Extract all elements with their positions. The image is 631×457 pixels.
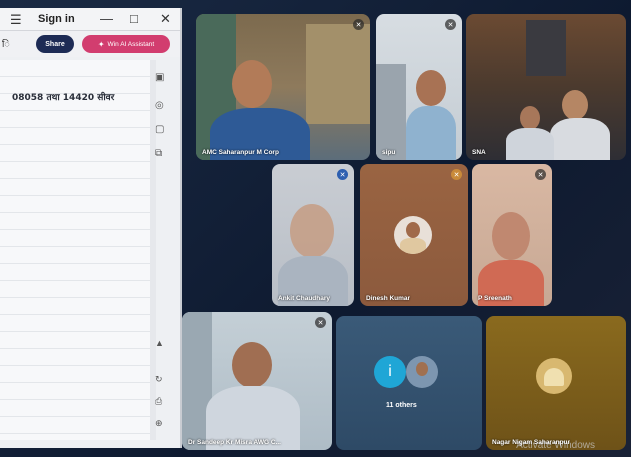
info-icon: i bbox=[374, 356, 406, 388]
refresh-icon[interactable]: ↻ bbox=[155, 374, 163, 385]
copilot-icon[interactable]: ◎ bbox=[155, 100, 164, 111]
others-tile[interactable]: i 11 others bbox=[336, 316, 482, 450]
ai-assistant-label: Win AI Assistant bbox=[107, 40, 155, 48]
minimize-button[interactable]: — bbox=[100, 11, 113, 26]
activation-watermark: Activate Windows bbox=[516, 440, 595, 451]
avatar bbox=[394, 216, 432, 254]
logo bbox=[536, 358, 572, 394]
participant-name: Dr Sandeep Kr Misra AWG C... bbox=[188, 439, 281, 446]
participant-tile[interactable]: ✕ Dr Sandeep Kr Misra AWG C... bbox=[182, 312, 332, 450]
participant-tile[interactable]: SNA bbox=[466, 14, 626, 160]
mic-muted-icon: ✕ bbox=[451, 169, 462, 180]
edge-glyph: ि bbox=[2, 39, 10, 49]
print-icon[interactable]: ⎙ bbox=[155, 396, 162, 407]
participant-body bbox=[550, 118, 610, 160]
participant-face bbox=[290, 204, 334, 258]
participant-face bbox=[416, 70, 446, 106]
toolbar: ि Share ✦ Win AI Assistant bbox=[0, 31, 180, 57]
menu-icon[interactable]: ☰ bbox=[10, 12, 22, 28]
participant-face bbox=[492, 212, 530, 260]
mic-muted-icon: ✕ bbox=[353, 19, 364, 30]
comment-icon[interactable]: ▢ bbox=[155, 124, 164, 135]
up-icon[interactable]: ▲ bbox=[155, 338, 164, 348]
participant-tile[interactable]: ✕ sipu bbox=[376, 14, 462, 160]
participant-name: sipu bbox=[382, 149, 396, 156]
participant-name: SNA bbox=[472, 149, 486, 156]
avatar bbox=[406, 356, 438, 388]
sparkle-icon: ✦ bbox=[97, 39, 105, 49]
participant-name: P Sreenath bbox=[478, 295, 512, 302]
document-window: ☰ Sign in — □ ✕ ि Share ✦ Win AI Assista… bbox=[0, 8, 182, 448]
participant-tile[interactable]: ✕ Dinesh Kumar bbox=[360, 164, 468, 306]
ai-assistant-button[interactable]: ✦ Win AI Assistant bbox=[82, 35, 170, 53]
mic-muted-icon: ✕ bbox=[445, 19, 456, 30]
participant-face bbox=[562, 90, 588, 120]
others-count: 11 others bbox=[386, 402, 417, 409]
participant-face bbox=[232, 342, 272, 388]
participant-name: AMC Saharanpur M Corp bbox=[202, 149, 279, 156]
title-bar: ☰ Sign in — □ ✕ bbox=[0, 8, 180, 31]
participant-name: Dinesh Kumar bbox=[366, 295, 411, 302]
document-page[interactable] bbox=[0, 60, 150, 440]
screen: ☰ Sign in — □ ✕ ि Share ✦ Win AI Assista… bbox=[0, 0, 631, 457]
participant-tile[interactable]: ✕ AMC Saharanpur M Corp bbox=[196, 14, 370, 160]
participant-tile[interactable]: ✕ P Sreenath bbox=[472, 164, 552, 306]
mic-muted-icon: ✕ bbox=[535, 169, 546, 180]
image-icon[interactable]: ▣ bbox=[155, 72, 164, 83]
copy-icon[interactable]: ⧉ bbox=[155, 148, 162, 159]
zoom-icon[interactable]: ⊕ bbox=[155, 418, 163, 429]
share-button[interactable]: Share bbox=[36, 35, 74, 53]
maximize-button[interactable]: □ bbox=[130, 11, 138, 26]
participant-tile[interactable]: Nagar Nigam Saharanpur bbox=[486, 316, 626, 450]
mic-muted-icon: ✕ bbox=[337, 169, 348, 180]
participant-body bbox=[406, 106, 456, 160]
mic-muted-icon: ✕ bbox=[315, 317, 326, 328]
sign-in-link[interactable]: Sign in bbox=[38, 13, 75, 25]
document-text: 08058 तथा 14420 सीवर bbox=[12, 93, 115, 103]
close-button[interactable]: ✕ bbox=[160, 11, 171, 27]
participant-tile[interactable]: ✕ Ankit Chaudhary bbox=[272, 164, 354, 306]
participant-name: Ankit Chaudhary bbox=[278, 295, 331, 302]
participant-face bbox=[232, 60, 272, 108]
